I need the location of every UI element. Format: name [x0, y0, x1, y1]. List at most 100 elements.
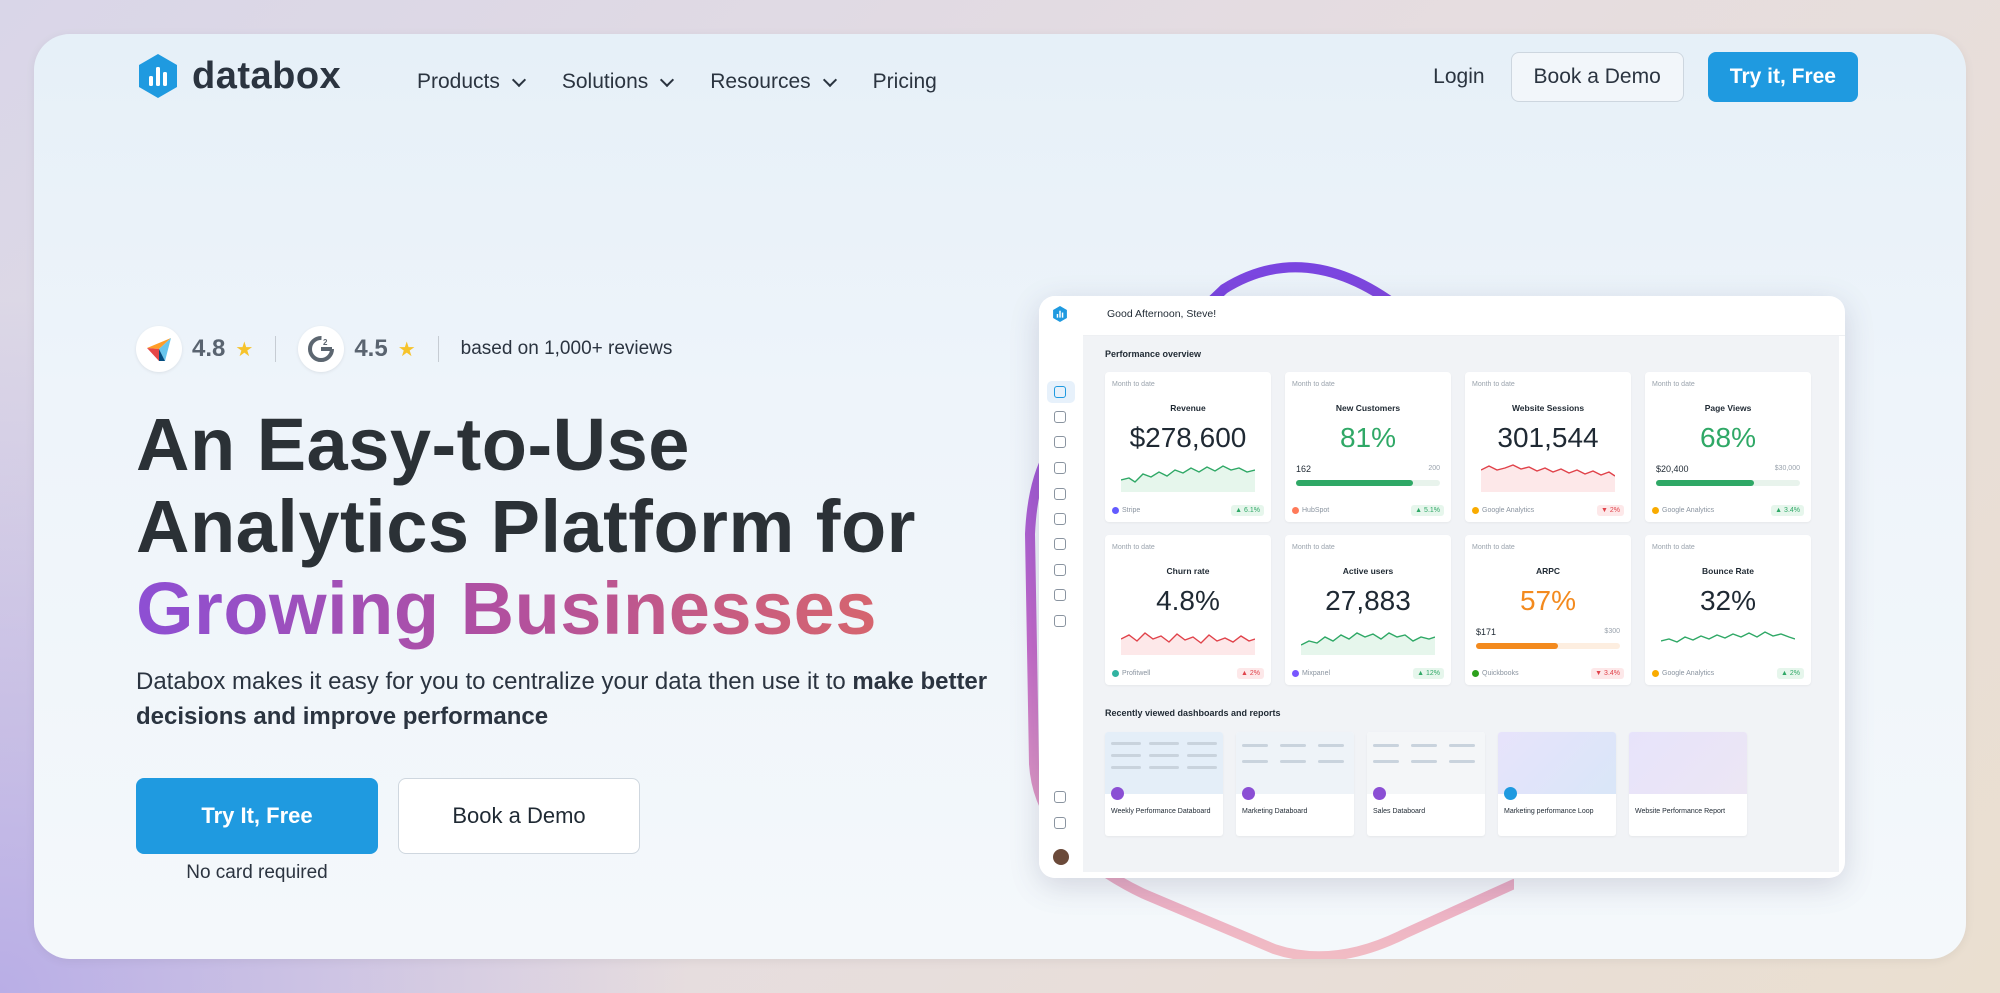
metric-card-churn-rate[interactable]: Month to date Churn rate 4.8% Profitwell… — [1105, 535, 1271, 685]
metric-source: Quickbooks — [1472, 670, 1519, 677]
app-sidebar — [1039, 296, 1083, 878]
hero-cta-group: Try It, Free Book a Demo — [136, 778, 640, 854]
metric-name: Website Sessions — [1511, 403, 1585, 413]
progress-fill — [1296, 480, 1413, 486]
period-label: Month to date — [1652, 544, 1695, 551]
search-icon[interactable] — [1054, 564, 1066, 576]
hero-card: databox Products Solutions Resources Pri… — [34, 34, 1966, 959]
menu-pricing[interactable]: Pricing — [873, 62, 937, 102]
video-icon[interactable] — [1054, 488, 1066, 500]
goals-icon[interactable] — [1054, 462, 1066, 474]
source-name: Profitwell — [1122, 670, 1151, 677]
metric-card-new-customers[interactable]: Month to date New Customers 81% 162 200 … — [1285, 372, 1451, 522]
databoards-icon[interactable] — [1054, 411, 1066, 423]
progress-value: $171 — [1476, 627, 1497, 637]
source-name: Stripe — [1122, 507, 1141, 514]
headline-line-3: Growing Businesses — [136, 567, 877, 650]
metric-card-page-views[interactable]: Month to date Page Views 68% $20,400 $30… — [1645, 372, 1811, 522]
metric-card-active-users[interactable]: Month to date Active users 27,883 Mixpan… — [1285, 535, 1451, 685]
recent-reports-list: Weekly Performance Databoard Marketing D… — [1105, 732, 1747, 836]
divider — [437, 336, 439, 362]
metric-change: ▲ 6.1% — [1231, 505, 1264, 516]
recent-item[interactable]: Sales Databoard — [1367, 732, 1485, 836]
chevron-down-icon — [511, 72, 526, 87]
account-icon[interactable] — [1054, 791, 1066, 803]
metric-source: Stripe — [1112, 507, 1140, 514]
loop-icon — [1504, 787, 1517, 800]
alerts-icon[interactable] — [1054, 538, 1066, 550]
recently-viewed-title: Recently viewed dashboards and reports — [1105, 708, 1281, 718]
menu-resources[interactable]: Resources — [710, 62, 837, 102]
dashboard-preview: Good Afternoon, Steve! Performance overv… — [1039, 296, 1845, 878]
progress-bar — [1296, 480, 1440, 486]
metric-value: 68% — [1699, 422, 1757, 453]
headline-line-1: An Easy-to-Use — [136, 403, 690, 486]
metric-value: $278,600 — [1129, 422, 1247, 453]
report-thumbnail — [1367, 732, 1485, 794]
progress-bar — [1476, 643, 1620, 649]
sessions-sparkline — [1481, 464, 1615, 492]
metric-card-revenue[interactable]: Month to date Revenue $278,600 Stripe ▲ … — [1105, 372, 1271, 522]
menu-products[interactable]: Products — [417, 62, 526, 102]
menu-label: Resources — [710, 70, 811, 93]
period-label: Month to date — [1472, 544, 1515, 551]
app-header: Good Afternoon, Steve! — [1083, 296, 1845, 336]
progress-value: 162 — [1296, 464, 1312, 474]
period-label: Month to date — [1292, 544, 1335, 551]
metric-change: ▲ 3.4% — [1771, 505, 1804, 516]
g2-logo-icon: 2 — [298, 326, 345, 372]
g2-rating: 2 4.5 ★ — [298, 326, 416, 372]
book-demo-nav-button[interactable]: Book a Demo — [1510, 52, 1684, 102]
recent-item-name: Website Performance Report — [1635, 808, 1726, 815]
home-icon[interactable] — [1054, 386, 1066, 398]
metric-name: Churn rate — [1166, 566, 1210, 576]
integrations-icon[interactable] — [1054, 615, 1066, 627]
metric-value: 301,544 — [1497, 422, 1599, 453]
book-demo-button[interactable]: Book a Demo — [398, 778, 640, 854]
recent-item[interactable]: Weekly Performance Databoard — [1105, 732, 1223, 836]
help-icon[interactable] — [1054, 817, 1066, 829]
metric-source: Mixpanel — [1292, 670, 1330, 677]
login-link[interactable]: Login — [1433, 65, 1484, 89]
metric-name: New Customers — [1335, 403, 1401, 413]
try-free-nav-button[interactable]: Try it, Free — [1707, 52, 1858, 102]
avatar[interactable] — [1053, 849, 1069, 865]
metric-card-bounce-rate[interactable]: Month to date Bounce Rate 32% Google Ana… — [1645, 535, 1811, 685]
source-name: Google Analytics — [1662, 507, 1715, 514]
dashboard-icon — [1373, 787, 1386, 800]
progress-goal: $300 — [1604, 628, 1620, 635]
reports-icon[interactable] — [1054, 436, 1066, 448]
main-menu: Products Solutions Resources Pricing — [417, 62, 937, 102]
progress-bar — [1656, 480, 1800, 486]
metrics-icon[interactable] — [1054, 589, 1066, 601]
dashboard-icon — [1111, 787, 1124, 800]
app-content: Performance overview Month to date Reven… — [1083, 336, 1839, 872]
divider — [275, 336, 277, 362]
try-free-button[interactable]: Try It, Free — [136, 778, 378, 854]
brand-logo[interactable]: databox — [136, 52, 341, 100]
report-thumbnail — [1236, 732, 1354, 794]
chevron-down-icon — [660, 72, 675, 87]
active-users-sparkline — [1301, 632, 1435, 655]
metric-value: 81% — [1339, 422, 1397, 453]
metric-card-arpc[interactable]: Month to date ARPC 57% $171 $300 Quickbo… — [1465, 535, 1631, 685]
recent-item[interactable]: Website Performance Report — [1629, 732, 1747, 836]
svg-text:2: 2 — [323, 338, 328, 347]
menu-solutions[interactable]: Solutions — [562, 62, 675, 102]
source-name: Mixpanel — [1302, 670, 1331, 677]
brand-name: databox — [192, 54, 342, 97]
recent-item[interactable]: Marketing performance Loop — [1498, 732, 1616, 836]
bounce-sparkline — [1661, 631, 1795, 643]
menu-label: Products — [417, 70, 500, 93]
recent-item-name: Marketing Databoard — [1242, 808, 1308, 815]
metric-name: Bounce Rate — [1702, 566, 1754, 576]
star-icon: ★ — [397, 338, 416, 361]
metric-card-website-sessions[interactable]: Month to date Website Sessions 301,544 G… — [1465, 372, 1631, 522]
source-name: Quickbooks — [1482, 670, 1519, 677]
period-label: Month to date — [1472, 381, 1515, 388]
recent-item-name: Marketing performance Loop — [1504, 808, 1594, 815]
library-icon[interactable] — [1054, 513, 1066, 525]
hero-headline: An Easy-to-Use Analytics Platform for Gr… — [136, 404, 916, 650]
metric-name: Page Views — [1704, 403, 1752, 413]
recent-item[interactable]: Marketing Databoard — [1236, 732, 1354, 836]
